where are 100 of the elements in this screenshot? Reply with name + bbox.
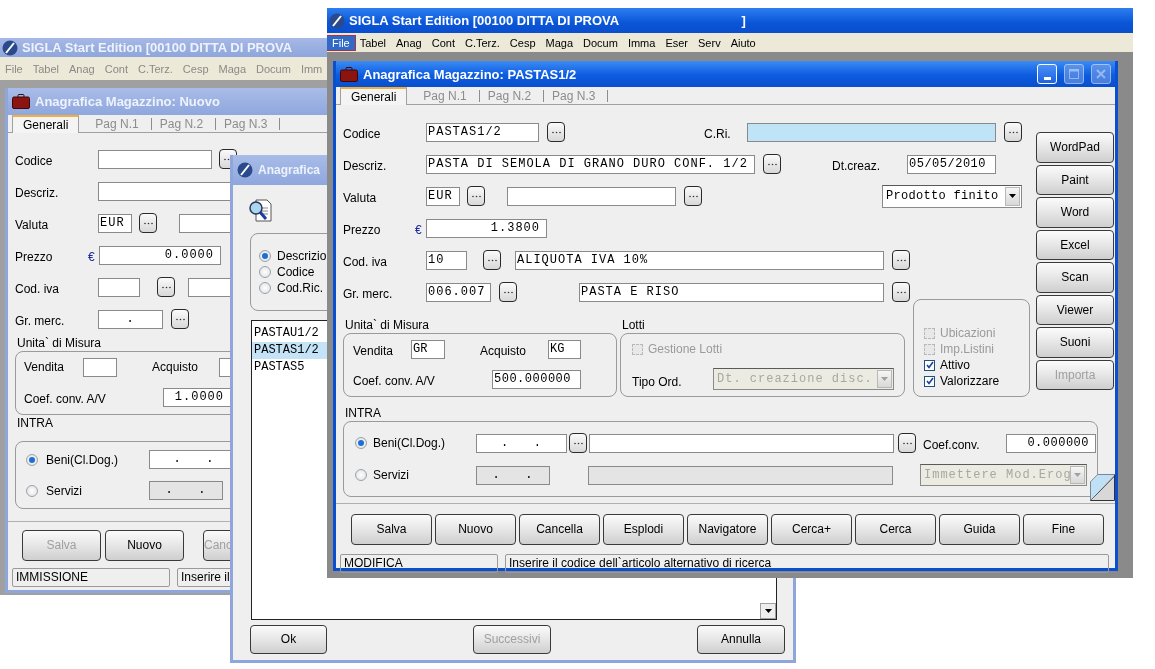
scroll-down-button[interactable] [760,603,776,619]
tab[interactable]: Generali [12,115,80,133]
side-button[interactable]: WordPad [1036,132,1114,163]
cod-iva-field[interactable] [98,277,140,297]
lookup-button[interactable] [1004,122,1022,142]
codice-field[interactable]: PASTAS1/2 [426,122,539,142]
valuta-name-field[interactable] [507,186,676,206]
valuta-field[interactable]: EUR [98,213,132,233]
radio-button[interactable] [259,250,271,262]
field-label: Prezzo [15,249,54,264]
briefcase-icon [12,94,30,109]
radio-button[interactable] [26,484,38,497]
checkbox-label: Valorizzare [940,374,1000,388]
lookup-button[interactable] [157,277,175,297]
radio-button[interactable] [259,266,271,278]
valuta-field[interactable]: EUR [426,186,460,206]
annulla-button[interactable]: Annulla [697,624,785,654]
side-button[interactable]: Scan [1036,262,1114,293]
menu-item[interactable]: Tabel [354,35,392,50]
ellipsis-icon [902,441,912,445]
field-label: Cod. iva [15,281,61,296]
lookup-button[interactable] [483,250,501,270]
field-label: Coef. conv. A/V [24,391,107,406]
vendita-field[interactable]: GR [411,339,445,359]
date-field[interactable]: 05/05/2010 [907,154,996,174]
menu-item[interactable]: C.Terz. [460,35,505,50]
lookup-button[interactable] [467,186,485,206]
lookup-button[interactable] [684,186,702,206]
side-button[interactable]: Word [1036,197,1114,228]
side-button[interactable]: Paint [1036,164,1114,195]
lookup-button[interactable] [499,282,517,302]
menu-item[interactable]: Docum [578,35,623,50]
nuovo-button[interactable]: Nuovo [105,529,184,561]
coef-field[interactable]: 500.000000 [492,369,581,389]
status-mode: MODIFICA [340,554,498,573]
checkbox[interactable] [924,375,935,387]
radio-button[interactable] [355,469,367,481]
intra-code-field[interactable]: . . [476,433,567,453]
window-title: SIGLA Start Edition [00100 DITTA DI PROVA ] [349,13,746,28]
lookup-button[interactable] [892,250,910,270]
action-button[interactable]: Fine [1023,513,1104,545]
side-button[interactable]: Excel [1036,229,1114,260]
ok-button[interactable]: Ok [250,624,327,654]
side-button[interactable]: Viewer [1036,294,1114,325]
field-label: Coef. conv. A/V [353,373,436,388]
checkbox[interactable] [924,359,935,371]
tab[interactable]: Generali [340,87,408,105]
lookup-button[interactable] [892,282,910,302]
lookup-button[interactable] [171,309,189,329]
lookup-button[interactable] [898,433,916,453]
list-item[interactable]: PASTAS1/2 [252,342,330,359]
cod-iva-field[interactable]: 10 [426,250,467,270]
action-button[interactable]: Cerca+ [771,513,852,545]
list-item[interactable]: PASTAU1/2 [252,325,330,342]
prezzo-field[interactable]: 0.0000 [99,245,221,265]
radio-button[interactable] [26,453,38,466]
intra-code-field[interactable]: . . [149,481,223,500]
gr-merc-description-field[interactable]: PASTA E RISO [579,282,884,302]
list-item[interactable]: PASTAS5 [252,359,330,376]
coef-field[interactable]: 1.0000 [163,387,231,407]
prezzo-field[interactable]: 1.3800 [426,218,547,238]
lookup-button[interactable] [547,122,565,142]
menu-item[interactable]: Aiuto [725,35,761,50]
section-label: Unita` di Misura [344,317,430,333]
menu-item[interactable]: Eser [660,35,693,50]
action-button[interactable]: Navigatore [687,513,768,545]
menu-item[interactable]: Cont [426,35,460,50]
action-button[interactable]: Salva [351,513,432,545]
vendita-field[interactable] [83,357,117,377]
cri-field[interactable] [747,122,996,142]
action-button[interactable]: Guida [939,513,1020,545]
intra-description-field[interactable] [588,465,893,485]
form-title: Anagrafica Magazzino: Nuovo [35,94,220,109]
lookup-button[interactable] [763,154,781,174]
action-button[interactable]: Esplodi [603,513,684,545]
menu-item[interactable]: Serv [693,35,726,50]
action-button[interactable]: Cancella [519,513,600,545]
menu-item[interactable]: Imma [622,35,661,50]
menu-item[interactable]: Maga [540,35,579,50]
lookup-button[interactable] [569,433,587,453]
acquisto-field[interactable]: KG [548,339,581,359]
menu-item[interactable]: Cesp [504,35,541,50]
descriz-field[interactable]: PASTA DI SEMOLA DI GRANO DURO CONF. 1/2 [426,154,755,174]
action-button[interactable]: Cerca [855,513,936,545]
cod-iva-description-field[interactable]: ALIQUOTA IVA 10% [515,250,884,270]
gr-merc-field[interactable]: 006.007 [426,282,491,302]
action-button[interactable]: Nuovo [435,513,516,545]
side-button[interactable]: Suoni [1036,327,1114,358]
lookup-button[interactable] [139,213,157,233]
gr-merc-field[interactable]: . [98,309,163,329]
coef-conv-field[interactable]: 0.000000 [1006,433,1096,453]
minimize-button[interactable] [1037,64,1057,84]
radio-button[interactable] [355,437,367,449]
dropdown[interactable]: Prodotto finito [882,184,1022,208]
intra-description-field[interactable] [589,433,894,453]
menu-item[interactable]: File [327,35,355,50]
intra-code-field[interactable]: . . [476,465,550,485]
menu-item[interactable]: Anag [391,35,427,50]
codice-field[interactable] [98,149,212,169]
radio-button[interactable] [259,282,271,294]
